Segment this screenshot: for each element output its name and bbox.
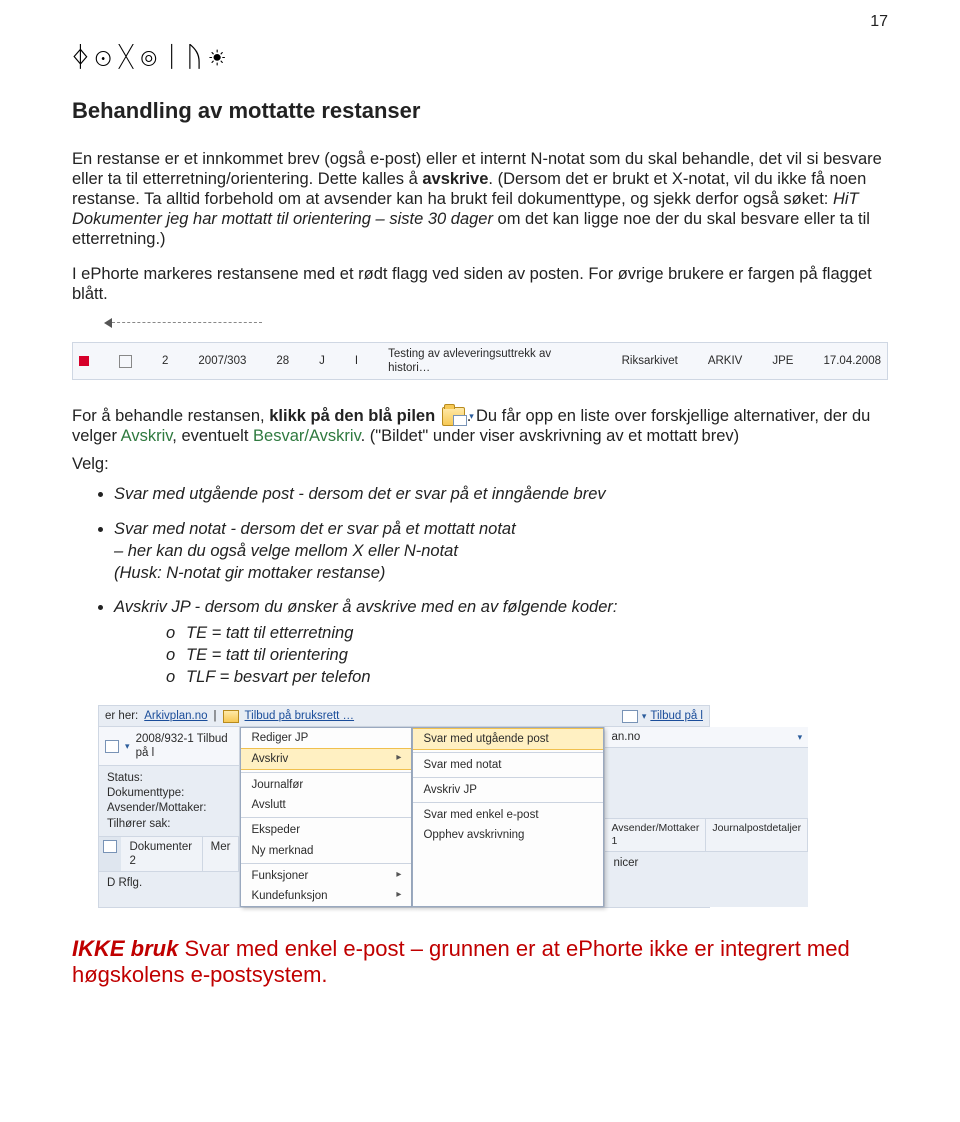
screenshot-avskriv-menu: er her: Arkivplan.no | Tilbud på bruksre…	[98, 705, 710, 907]
right-panel: an.no ▾ Avsender/Mottaker 1 Journalpostd…	[604, 727, 808, 906]
detail-tilhorer: Tilhører sak:	[107, 817, 231, 831]
chevron-down-icon[interactable]: ▾	[798, 732, 803, 743]
envelope-icon[interactable]	[103, 840, 117, 853]
intro-paragraph-1: En restanse er et innkommet brev (også e…	[72, 149, 888, 250]
submenu-opphev[interactable]: Opphev avskrivning	[413, 825, 603, 845]
bullet-2-text: Svar med notat - dersom det er svar på e…	[114, 520, 516, 538]
details-block: Status: Dokumenttype: Avsender/Mottaker:…	[99, 766, 239, 835]
code-item-1: oTE = tatt til etterretning	[166, 623, 888, 643]
warn-ikke-bruk: IKKE bruk	[72, 936, 178, 961]
bullet-3: Avskriv JP - dersom du ønsker å avskrive…	[114, 597, 888, 688]
menu-item-avskriv[interactable]: Avskriv	[241, 748, 411, 770]
warn-text: Svar med enkel e-post – grunnen er at eP…	[72, 936, 850, 988]
left-panel: ▾ 2008/932-1 Tilbud på l Status: Dokumen…	[99, 727, 240, 906]
row-col-4: J	[319, 354, 325, 368]
blue-arrow-folder-icon: ▾	[442, 407, 465, 426]
bullet-2-sub1: – her kan du også velge mellom X eller N…	[114, 541, 888, 561]
menu-submenu: Svar med utgående post Svar med notat Av…	[412, 727, 604, 906]
row-col-3: 28	[276, 354, 289, 368]
pointer-arrow	[104, 312, 888, 332]
breadcrumb-sep: |	[214, 709, 217, 723]
page-number: 17	[870, 12, 888, 32]
left-bottom-row: D Rflg.	[99, 871, 239, 894]
row-col-5: I	[355, 354, 358, 368]
p1-term-avskrive: avskrive	[422, 170, 488, 188]
submenu-svar-utgaende[interactable]: Svar med utgående post	[413, 728, 603, 750]
detail-status: Status:	[107, 771, 231, 785]
tab-mer[interactable]: Mer	[203, 837, 240, 871]
instruction-paragraph: For å behandle restansen, klikk på den b…	[72, 406, 888, 446]
bullet-1-text: Svar med utgående post - dersom det er s…	[114, 485, 606, 503]
bullet-1: Svar med utgående post - dersom det er s…	[114, 484, 888, 504]
row-case-number: 2007/303	[198, 354, 246, 368]
menu-item-rediger[interactable]: Rediger JP	[241, 728, 411, 748]
p3-g: . ("Bildet" under viser avskrivning av e…	[361, 427, 740, 445]
menu-item-ny-merknad[interactable]: Ny merknad	[241, 841, 411, 861]
top-right-link[interactable]: Tilbud på l	[650, 709, 703, 723]
bullet-3-text: Avskriv JP - dersom du ønsker å avskrive…	[114, 598, 617, 616]
checkbox-icon	[119, 355, 132, 368]
tab-dokumenter[interactable]: Dokumenter 2	[121, 837, 202, 871]
submenu-svar-notat[interactable]: Svar med notat	[413, 755, 603, 775]
menu-item-funksjoner[interactable]: Funksjoner	[241, 866, 411, 886]
breadcrumb-row: er her: Arkivplan.no | Tilbud på bruksre…	[99, 706, 709, 727]
code-2: TE = tatt til orientering	[186, 646, 348, 664]
folder-icon	[223, 710, 239, 723]
code-item-2: oTE = tatt til orientering	[166, 645, 888, 665]
screenshot-restanse-row: 2 2007/303 28 J I Testing av avleverings…	[72, 342, 888, 380]
row-date: 17.04.2008	[823, 354, 881, 368]
row-dept: ARKIV	[708, 354, 743, 368]
row-org: Riksarkivet	[622, 354, 678, 368]
detail-avsender: Avsender/Mottaker:	[107, 801, 231, 815]
chevron-down-icon[interactable]: ▾	[642, 711, 647, 722]
menu-item-kundefunksjon[interactable]: Kundefunksjon	[241, 886, 411, 906]
p3-a: For å behandle restansen,	[72, 407, 269, 425]
red-flag-icon	[79, 356, 89, 366]
menu-primary: Rediger JP Avskriv Journalfør Avslutt Ek…	[240, 727, 412, 906]
option-bullet-list: Svar med utgående post - dersom det er s…	[114, 484, 888, 687]
menu-item-ekspeder[interactable]: Ekspeder	[241, 820, 411, 840]
row-col-1: 2	[162, 354, 168, 368]
breadcrumb-label: er her:	[105, 709, 138, 723]
tab-avsender-mottaker[interactable]: Avsender/Mottaker 1	[605, 819, 706, 851]
bullet-2: Svar med notat - dersom det er svar på e…	[114, 519, 888, 583]
code-1: TE = tatt til etterretning	[186, 624, 353, 642]
submenu-svar-epost[interactable]: Svar med enkel e-post	[413, 805, 603, 825]
context-menus: Rediger JP Avskriv Journalfør Avslutt Ek…	[240, 727, 604, 906]
code-item-3: oTLF = besvart per telefon	[166, 667, 888, 687]
left-case-title: 2008/932-1 Tilbud på l	[136, 732, 234, 760]
intro-paragraph-2: I ePhorte markeres restansene med et rød…	[72, 264, 888, 304]
breadcrumb-link-tilbud[interactable]: Tilbud på bruksrett …	[245, 709, 355, 723]
velg-label: Velg:	[72, 454, 888, 474]
bullet-2-sub2: (Husk: N-notat gir mottaker restanse)	[114, 563, 888, 583]
menu-item-journalfor[interactable]: Journalfør	[241, 775, 411, 795]
p3-b: klikk på den blå pilen	[269, 407, 435, 425]
header-symbol-strip: ᛄ☉ᚷ◎ᛁᚢ☀	[72, 40, 888, 74]
tab-journalpostdetaljer[interactable]: Journalpostdetaljer	[706, 819, 808, 851]
envelope-icon[interactable]	[622, 710, 638, 723]
chevron-down-icon[interactable]: ▾	[125, 741, 130, 752]
row-title: Testing av avleveringsuttrekk av histori…	[388, 347, 591, 375]
code-3: TLF = besvart per telefon	[186, 668, 371, 686]
p3-e: , eventuelt	[172, 427, 253, 445]
page-title: Behandling av mottatte restanser	[72, 98, 888, 125]
right-drop-text: an.no	[611, 730, 640, 744]
submenu-avskriv-jp[interactable]: Avskriv JP	[413, 780, 603, 800]
envelope-icon[interactable]	[105, 740, 119, 753]
menu-item-avslutt[interactable]: Avslutt	[241, 795, 411, 815]
detail-doktype: Dokumenttype:	[107, 786, 231, 800]
code-sublist: oTE = tatt til etterretning oTE = tatt t…	[166, 623, 888, 687]
right-bottom-row: nicer	[605, 851, 808, 874]
row-user: JPE	[772, 354, 793, 368]
p3-f-besvar: Besvar/Avskriv	[253, 427, 361, 445]
warning-paragraph: IKKE bruk Svar med enkel e-post – grunne…	[72, 936, 888, 990]
breadcrumb-link-arkivplan[interactable]: Arkivplan.no	[144, 709, 207, 723]
p3-d-avskriv: Avskriv	[121, 427, 173, 445]
